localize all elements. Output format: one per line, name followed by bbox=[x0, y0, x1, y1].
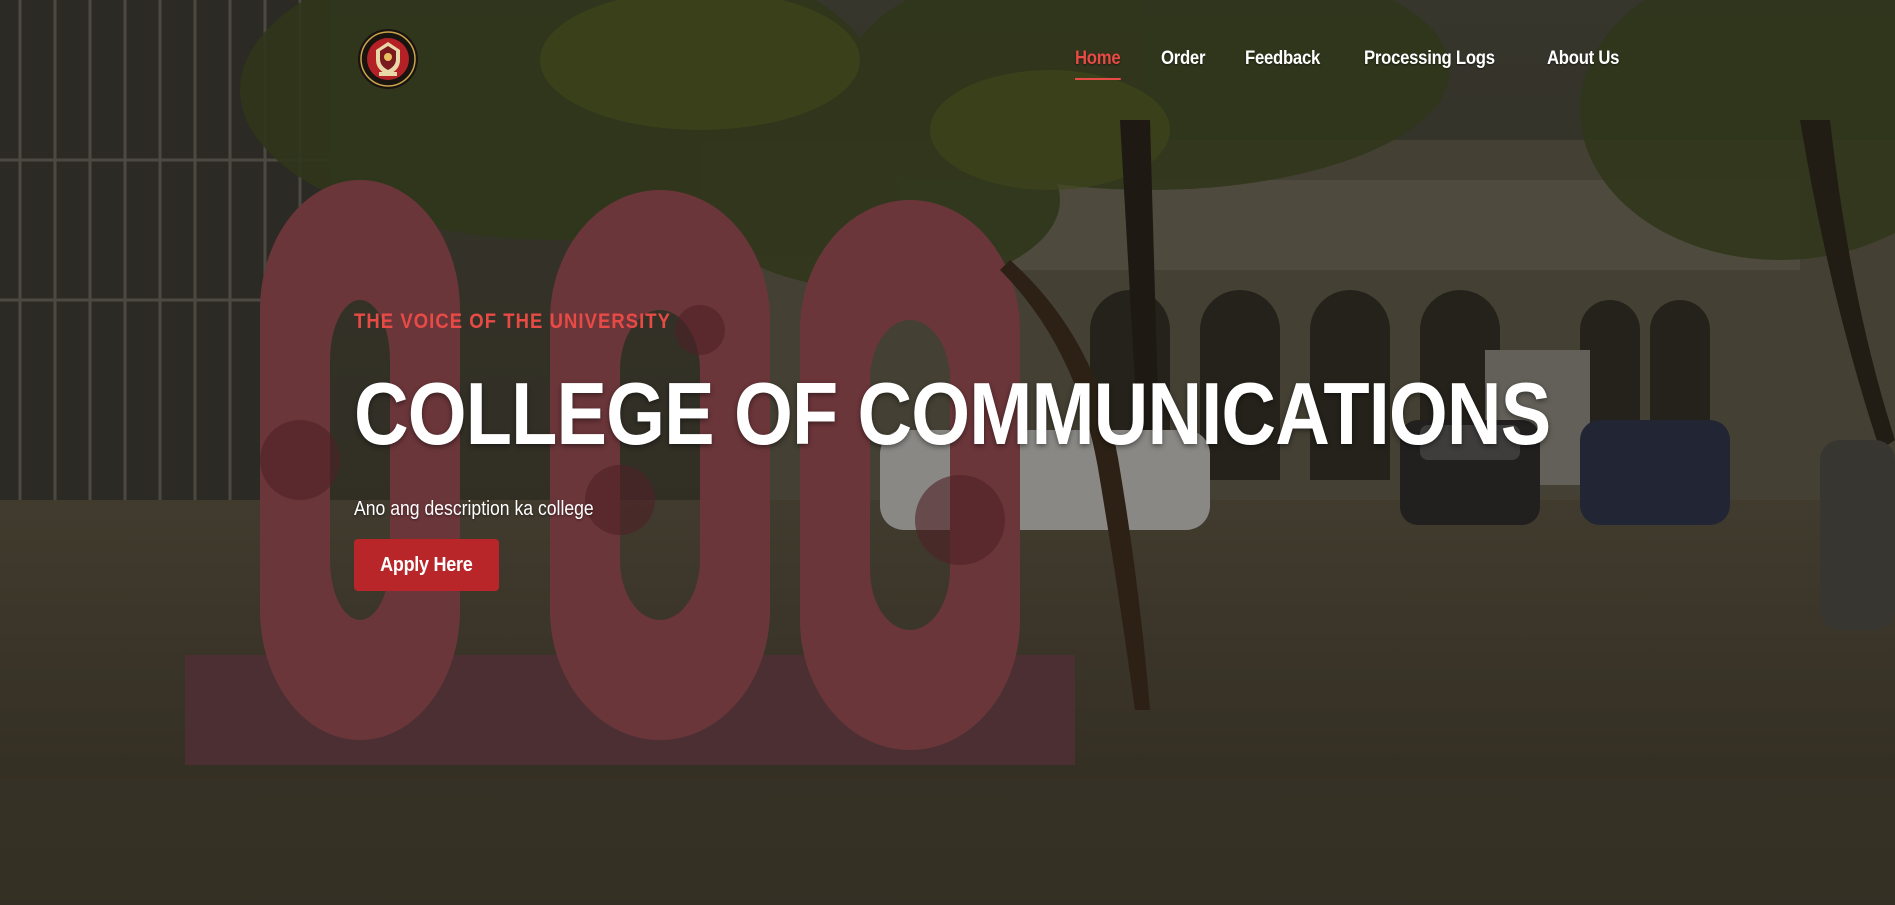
nav-link-processing-logs[interactable]: Processing Logs bbox=[1364, 48, 1495, 70]
main-nav: Home Order Feedback Processing Logs Abou… bbox=[1075, 48, 1629, 80]
nav-link-feedback[interactable]: Feedback bbox=[1245, 48, 1320, 70]
nav-link-order[interactable]: Order bbox=[1161, 48, 1205, 70]
university-seal-icon[interactable] bbox=[357, 28, 419, 90]
apply-here-button[interactable]: Apply Here bbox=[354, 539, 499, 591]
nav-link-home[interactable]: Home bbox=[1075, 48, 1121, 80]
nav-link-about-us[interactable]: About Us bbox=[1547, 48, 1619, 70]
site-header: Home Order Feedback Processing Logs Abou… bbox=[0, 0, 1895, 110]
apply-here-label: Apply Here bbox=[380, 553, 473, 576]
hero-eyebrow: THE VOICE OF THE UNIVERSITY bbox=[354, 310, 672, 333]
hero-section: Home Order Feedback Processing Logs Abou… bbox=[0, 0, 1895, 905]
hero-title: COLLEGE OF COMMUNICATIONS bbox=[354, 364, 1551, 463]
hero-content: THE VOICE OF THE UNIVERSITY COLLEGE OF C… bbox=[354, 310, 1551, 591]
hero-description: Ano ang description ka college bbox=[354, 498, 594, 520]
